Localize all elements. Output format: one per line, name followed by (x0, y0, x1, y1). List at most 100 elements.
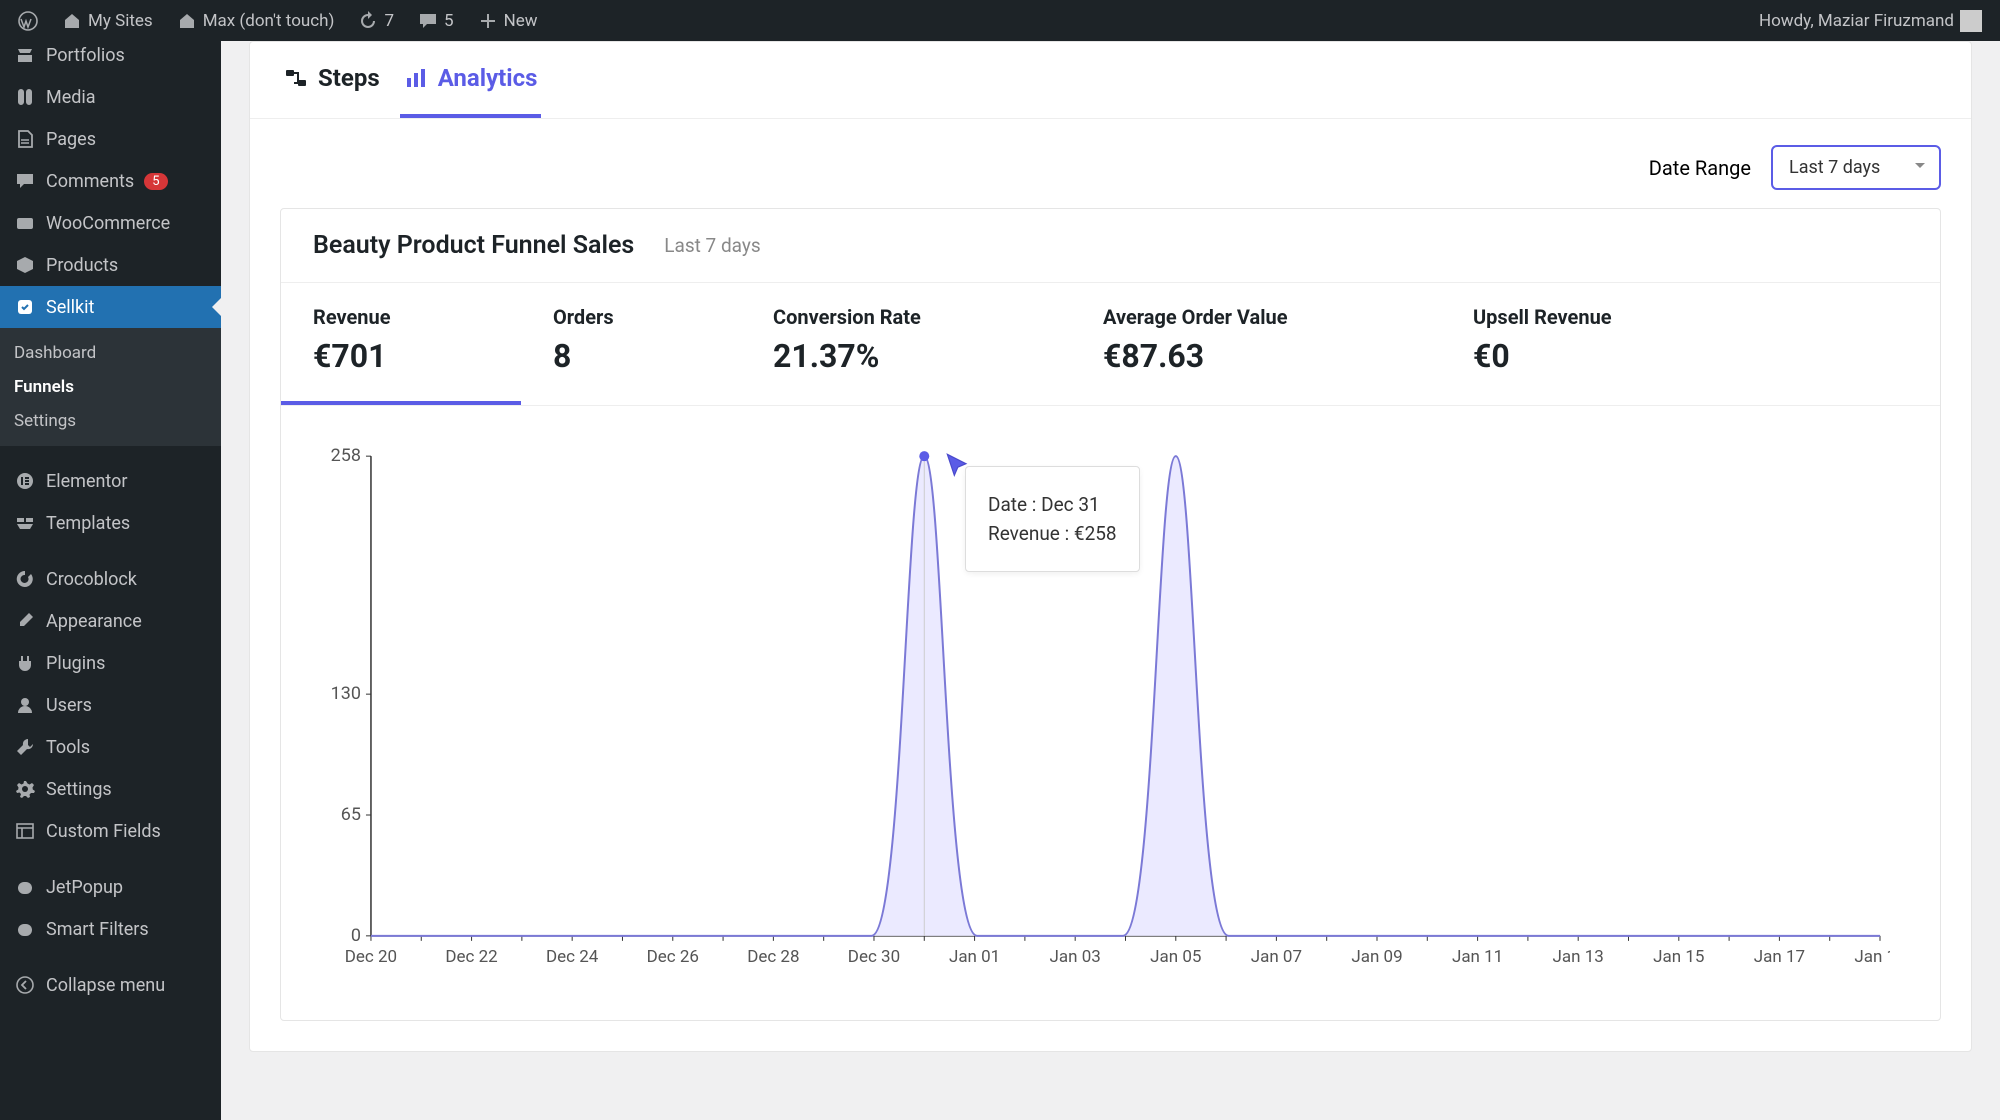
portfolios-icon (14, 44, 36, 66)
svg-text:Jan 01: Jan 01 (949, 947, 1000, 967)
comments-link[interactable]: 5 (410, 0, 462, 41)
svg-text:0: 0 (351, 925, 361, 946)
sidebar-item-appearance[interactable]: Appearance (0, 600, 221, 642)
sidebar-item-label: Smart Filters (46, 919, 149, 940)
updates-link[interactable]: 7 (350, 0, 402, 41)
sidebar-item-label: Custom Fields (46, 821, 161, 842)
sidebar-item-templates[interactable]: Templates (0, 502, 221, 544)
sellkit-icon (14, 296, 36, 318)
chart-area[interactable]: 065130258Dec 20Dec 22Dec 24Dec 26Dec 28D… (281, 406, 1940, 1020)
svg-text:Dec 20: Dec 20 (345, 947, 397, 967)
sidebar-item-label: Users (46, 695, 92, 716)
sidebar-item-elementor[interactable]: Elementor (0, 460, 221, 502)
svg-text:Dec 24: Dec 24 (546, 947, 599, 967)
svg-text:65: 65 (341, 804, 361, 825)
metric-revenue[interactable]: Revenue €701 (281, 283, 521, 405)
metric-value: €701 (313, 337, 489, 375)
metric-label: Average Order Value (1103, 305, 1409, 329)
sidebar-item-label: Settings (46, 779, 112, 800)
svg-text:Jan 17: Jan 17 (1754, 947, 1805, 967)
svg-text:Jan 09: Jan 09 (1351, 947, 1402, 967)
wp-logo[interactable] (10, 0, 46, 41)
metric-upsell-revenue[interactable]: Upsell Revenue €0 (1441, 283, 1644, 405)
svg-text:Dec 30: Dec 30 (848, 947, 900, 967)
sidebar-item-label: Templates (46, 513, 130, 534)
sidebar-item-label: Crocoblock (46, 569, 137, 590)
sidebar-item-jetpopup[interactable]: JetPopup (0, 866, 221, 908)
smart-filters-icon (14, 918, 36, 940)
card-subtitle: Last 7 days (664, 234, 760, 257)
date-range-select[interactable]: Last 7 days (1771, 145, 1941, 190)
metric-value: €0 (1473, 337, 1612, 375)
sidebar-item-label: Products (46, 255, 118, 276)
steps-icon (284, 66, 308, 90)
crocoblock-icon (14, 568, 36, 590)
sidebar-item-plugins[interactable]: Plugins (0, 642, 221, 684)
sidebar-item-label: Appearance (46, 611, 142, 632)
plugins-icon (14, 652, 36, 674)
metric-orders[interactable]: Orders 8 (521, 283, 741, 405)
tab-analytics[interactable]: Analytics (400, 42, 542, 118)
metric-label: Upsell Revenue (1473, 305, 1612, 329)
metric-value: 8 (553, 337, 709, 375)
wp-admin-bar: My Sites Max (don't touch) 7 5 New Howdy… (0, 0, 2000, 41)
sidebar-item-comments[interactable]: Comments 5 (0, 160, 221, 202)
users-icon (14, 694, 36, 716)
metric-value: €87.63 (1103, 337, 1409, 375)
sidebar-item-label: Tools (46, 737, 90, 758)
tools-icon (14, 736, 36, 758)
svg-text:Jan 05: Jan 05 (1150, 947, 1201, 967)
main-content: Steps Analytics Date Range Last 7 days B… (221, 41, 2000, 1120)
sidebar-item-label: Plugins (46, 653, 105, 674)
sidebar-item-tools[interactable]: Tools (0, 726, 221, 768)
sidebar-item-media[interactable]: Media (0, 76, 221, 118)
pages-icon (14, 128, 36, 150)
sidebar-item-settings[interactable]: Settings (0, 768, 221, 810)
submenu-item[interactable]: Funnels (0, 370, 221, 404)
media-icon (14, 86, 36, 108)
templates-icon (14, 512, 36, 534)
metric-label: Orders (553, 305, 709, 329)
admin-sidebar: Portfolios Media Pages Comments 5 WooCom… (0, 41, 221, 1120)
tab-steps-label: Steps (318, 64, 380, 92)
metric-average-order-value[interactable]: Average Order Value €87.63 (1071, 283, 1441, 405)
svg-text:Jan 03: Jan 03 (1050, 947, 1101, 967)
metric-value: 21.37% (773, 337, 1039, 375)
sidebar-item-crocoblock[interactable]: Crocoblock (0, 558, 221, 600)
sidebar-item-sellkit[interactable]: Sellkit (0, 286, 221, 328)
svg-text:Jan 11: Jan 11 (1452, 947, 1503, 967)
sidebar-item-portfolios[interactable]: Portfolios (0, 41, 221, 76)
svg-text:Dec 22: Dec 22 (445, 947, 497, 967)
svg-text:Dec 26: Dec 26 (647, 947, 699, 967)
svg-text:Jan 19: Jan 19 (1854, 947, 1890, 967)
submenu-item[interactable]: Settings (0, 404, 221, 438)
howdy-account[interactable]: Howdy, Maziar Firuzmand (1751, 0, 1990, 41)
tab-analytics-label: Analytics (438, 64, 538, 92)
submenu-item[interactable]: Dashboard (0, 336, 221, 370)
tab-steps[interactable]: Steps (280, 42, 384, 118)
sidebar-item-label: Elementor (46, 471, 128, 492)
sidebar-item-label: WooCommerce (46, 213, 170, 234)
sidebar-item-products[interactable]: Products (0, 244, 221, 286)
comments-icon (14, 170, 36, 192)
submenu: DashboardFunnelsSettings (0, 328, 221, 446)
sidebar-item-smart-filters[interactable]: Smart Filters (0, 908, 221, 950)
metric-conversion-rate[interactable]: Conversion Rate 21.37% (741, 283, 1071, 405)
collapse-icon (14, 974, 36, 996)
sidebar-item-pages[interactable]: Pages (0, 118, 221, 160)
svg-text:Jan 15: Jan 15 (1653, 947, 1704, 967)
analytics-icon (404, 66, 428, 90)
svg-text:Jan 13: Jan 13 (1553, 947, 1604, 967)
new-content-link[interactable]: New (470, 0, 546, 41)
collapse-menu[interactable]: Collapse menu (0, 964, 221, 1006)
date-range-label: Date Range (1649, 156, 1751, 180)
my-sites-link[interactable]: My Sites (54, 0, 161, 41)
site-name-link[interactable]: Max (don't touch) (169, 0, 343, 41)
sidebar-item-users[interactable]: Users (0, 684, 221, 726)
products-icon (14, 254, 36, 276)
sidebar-item-label: Portfolios (46, 45, 125, 66)
svg-text:130: 130 (331, 683, 361, 704)
sidebar-item-label: Pages (46, 129, 96, 150)
sidebar-item-woocommerce[interactable]: WooCommerce (0, 202, 221, 244)
sidebar-item-custom-fields[interactable]: Custom Fields (0, 810, 221, 852)
